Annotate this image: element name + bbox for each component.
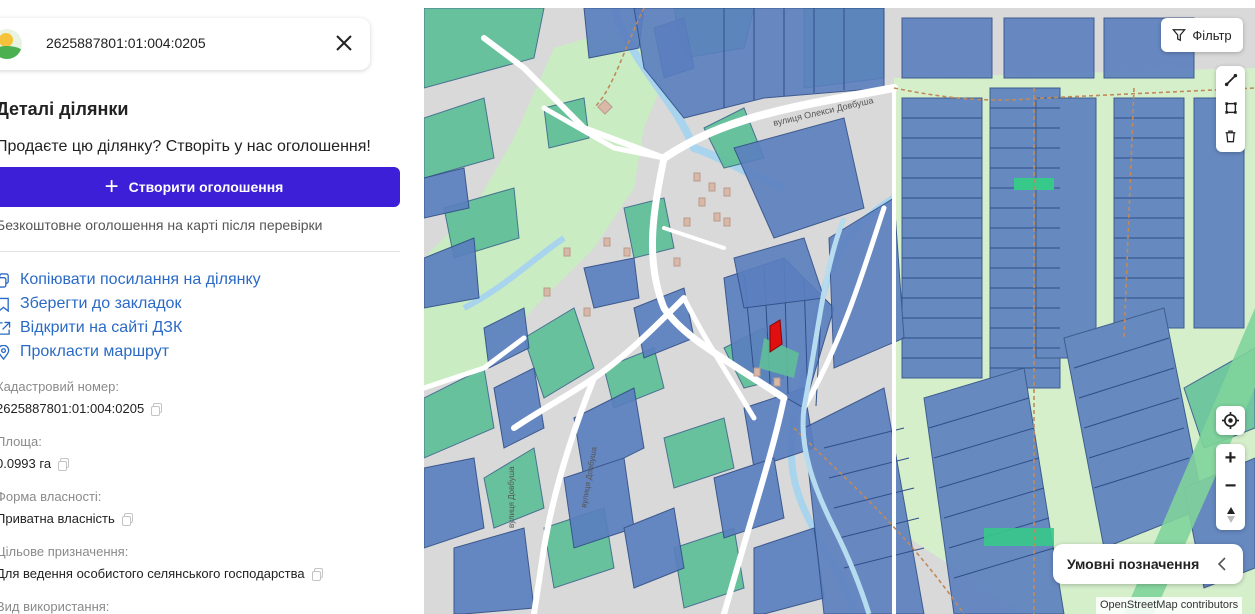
legend-label: Умовні позначення — [1067, 556, 1200, 572]
draw-polygon-button[interactable] — [1216, 94, 1245, 122]
purpose-text: Для ведення особистого селянського госпо… — [0, 566, 305, 581]
bookmark-label: Зберегти до закладок — [20, 295, 182, 312]
ownership-text: Приватна власність — [0, 511, 115, 526]
polygon-tool-icon — [1224, 102, 1237, 114]
cadastral-map[interactable]: вулиця Олекси Довбуша вулиця Довбуша вул… — [424, 8, 1255, 614]
search-value[interactable]: 2625887801:01:004:0205 — [46, 35, 206, 51]
copy-link-action[interactable]: Копіювати посилання на ділянку — [0, 269, 261, 291]
area-value: 0.0993 га — [0, 456, 70, 471]
divider — [0, 251, 400, 252]
draw-tools — [1216, 66, 1245, 152]
panel-title: Деталі ділянки — [0, 99, 129, 119]
map-canvas[interactable]: вулиця Олекси Довбуша вулиця Довбуша вул… — [424, 8, 1255, 614]
purpose-value: Для ведення особистого селянського госпо… — [0, 566, 323, 581]
copy-link-label: Копіювати посилання на ділянку — [20, 271, 261, 288]
app-logo — [0, 29, 22, 59]
plus-icon: + — [104, 173, 119, 200]
copy-icon[interactable] — [121, 512, 133, 526]
cadastral-number-label: Кадастровий номер: — [0, 379, 119, 394]
open-dzk-label: Відкрити на сайті ДЗК — [20, 319, 183, 336]
open-dzk-action[interactable]: Відкрити на сайті ДЗК — [0, 317, 182, 339]
copy-link-icon — [0, 272, 9, 288]
zoom-out-button[interactable]: − — [1216, 472, 1245, 500]
compass-icon — [1226, 507, 1235, 523]
close-icon[interactable] — [332, 31, 356, 55]
trash-icon — [1225, 130, 1236, 143]
copy-icon[interactable] — [58, 457, 70, 471]
map-attribution[interactable]: OpenStreetMap contributors — [1096, 597, 1243, 614]
map-pin-icon — [0, 344, 10, 360]
locate-button[interactable] — [1216, 406, 1245, 435]
delete-drawing-button[interactable] — [1216, 122, 1245, 150]
draw-line-button[interactable] — [1216, 66, 1245, 94]
compass-button[interactable] — [1216, 501, 1245, 529]
area-label: Площа: — [0, 434, 42, 449]
filter-button[interactable]: Фільтр — [1161, 18, 1243, 52]
bookmark-action[interactable]: Зберегти до закладок — [0, 293, 181, 315]
filter-icon — [1172, 29, 1187, 42]
details-panel: 2625887801:01:004:0205 Деталі ділянки Пр… — [0, 0, 424, 614]
sell-question: Продаєте цю ділянку? Створіть у нас огол… — [0, 138, 371, 155]
crosshair-icon — [1222, 412, 1239, 429]
line-tool-icon — [1224, 73, 1237, 87]
cadastral-number-text: 2625887801:01:004:0205 — [0, 401, 145, 416]
map-top-strip — [424, 0, 1255, 8]
usage-label: Вид використання: — [0, 599, 110, 614]
chevron-left-icon — [1217, 557, 1226, 571]
create-listing-button[interactable]: + Створити оголошення — [0, 167, 400, 207]
area-text: 0.0993 га — [0, 456, 52, 471]
free-listing-note: Безкоштовне оголошення на карті після пе… — [0, 217, 323, 233]
filter-label: Фільтр — [1192, 27, 1232, 43]
route-label: Прокласти маршрут — [20, 343, 170, 360]
zoom-controls: + − — [1216, 444, 1245, 530]
purpose-label: Цільове призначення: — [0, 544, 129, 559]
search-bar[interactable]: 2625887801:01:004:0205 — [0, 18, 370, 70]
route-action[interactable]: Прокласти маршрут — [0, 341, 169, 363]
street-label: вулиця Довбуша — [507, 466, 516, 528]
external-link-icon — [0, 321, 11, 335]
ownership-value: Приватна власність — [0, 511, 133, 526]
legend-button[interactable]: Умовні позначення — [1053, 544, 1243, 584]
copy-icon[interactable] — [311, 567, 323, 581]
create-listing-label: Створити оголошення — [128, 179, 284, 195]
copy-icon[interactable] — [151, 402, 163, 416]
cadastral-number-value: 2625887801:01:004:0205 — [0, 401, 163, 416]
ownership-label: Форма власності: — [0, 489, 102, 504]
zoom-in-button[interactable]: + — [1216, 444, 1245, 472]
bookmark-icon — [0, 297, 9, 312]
